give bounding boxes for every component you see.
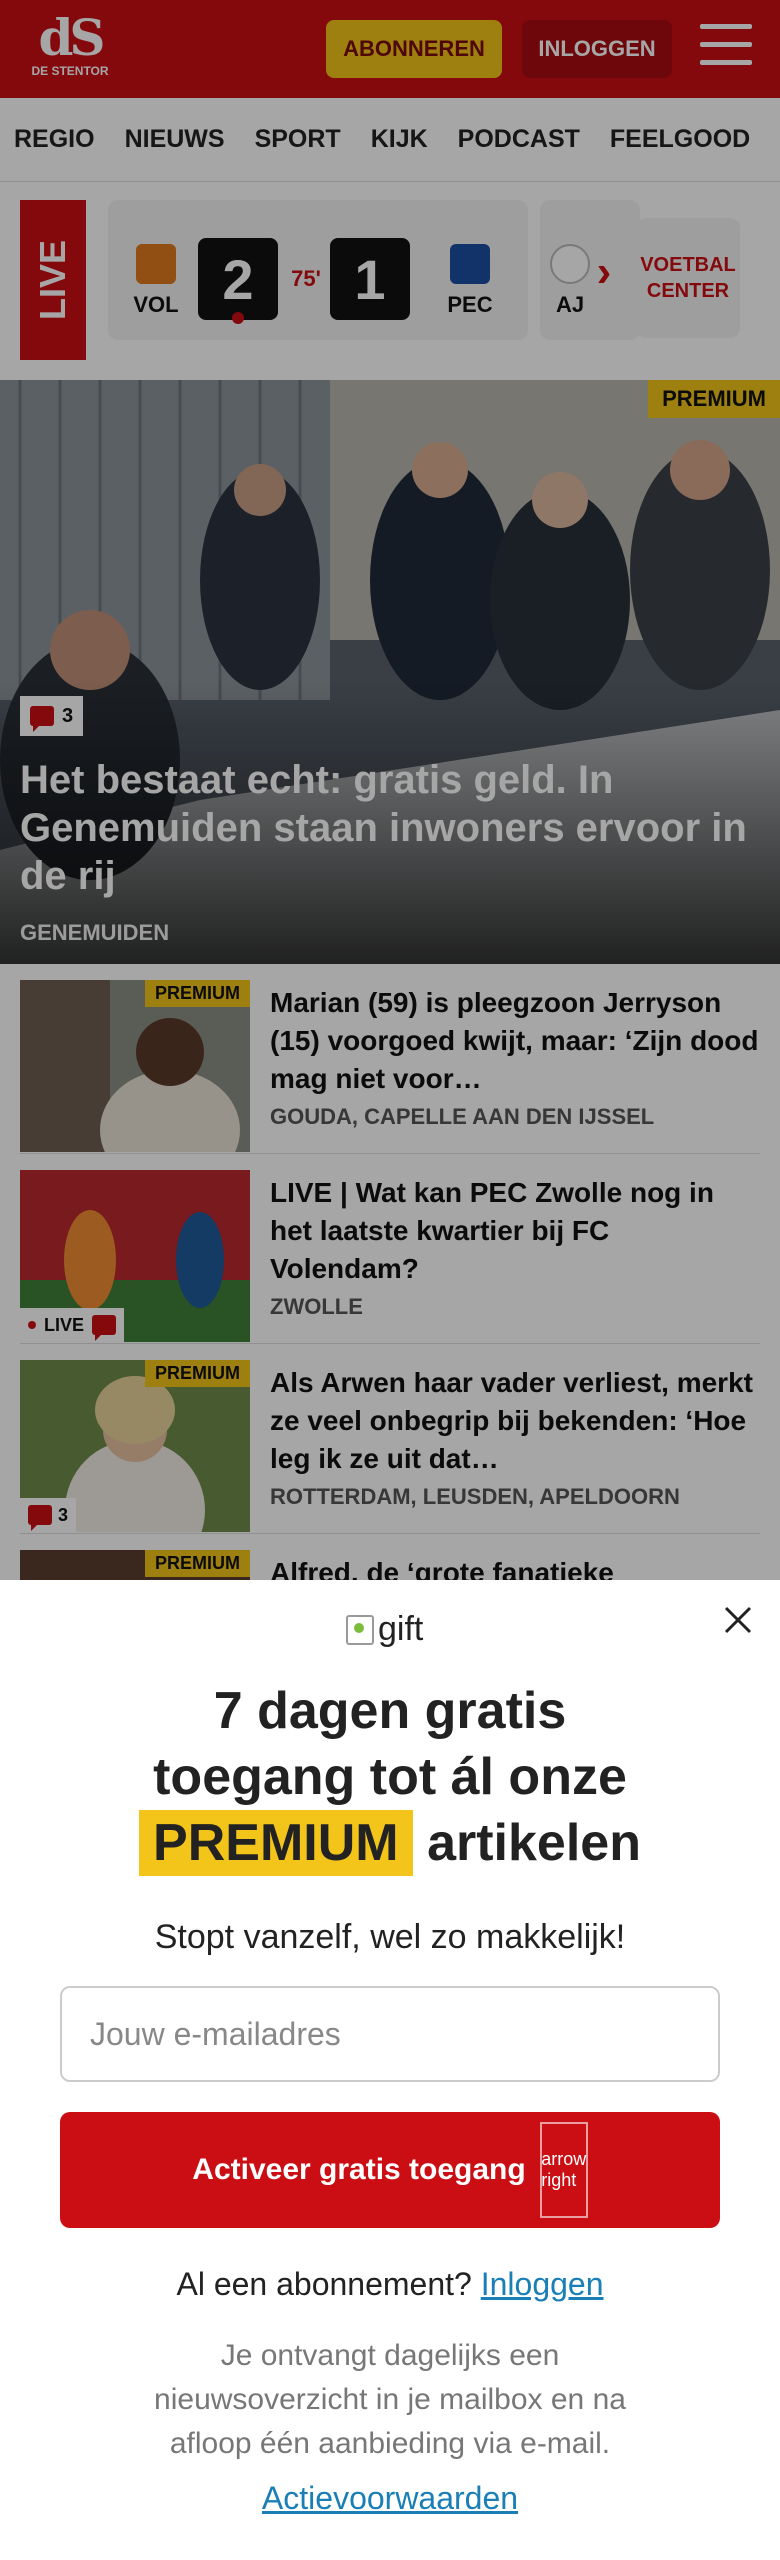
modal-backdrop[interactable]: [0, 0, 780, 1580]
close-icon[interactable]: [720, 1602, 756, 1638]
email-field[interactable]: [60, 1986, 720, 2082]
login-link[interactable]: Inloggen: [481, 2266, 604, 2302]
broken-image-icon: [346, 1614, 374, 1645]
modal-disclaimer: Je ontvangt dagelijks een nieuwsoverzich…: [154, 2339, 626, 2460]
terms-link[interactable]: Actievoorwaarden: [40, 2480, 740, 2517]
arrow-right-icon: arrow right: [539, 2122, 588, 2218]
premium-highlight: PREMIUM: [139, 1810, 413, 1876]
modal-subtitle: Stopt vanzelf, wel zo makkelijk!: [154, 1918, 626, 1956]
modal-title: 7 dagen gratis toegang tot ál onze PREMI…: [40, 1678, 740, 1876]
activate-free-access-button[interactable]: Activeer gratis toegang arrow right: [60, 2112, 720, 2228]
login-prompt: Al een abonnement? Inloggen: [176, 2266, 604, 2302]
premium-trial-modal: gift 7 dagen gratis toegang tot ál onze …: [0, 1580, 780, 2560]
gift-icon: gift: [346, 1610, 423, 1649]
